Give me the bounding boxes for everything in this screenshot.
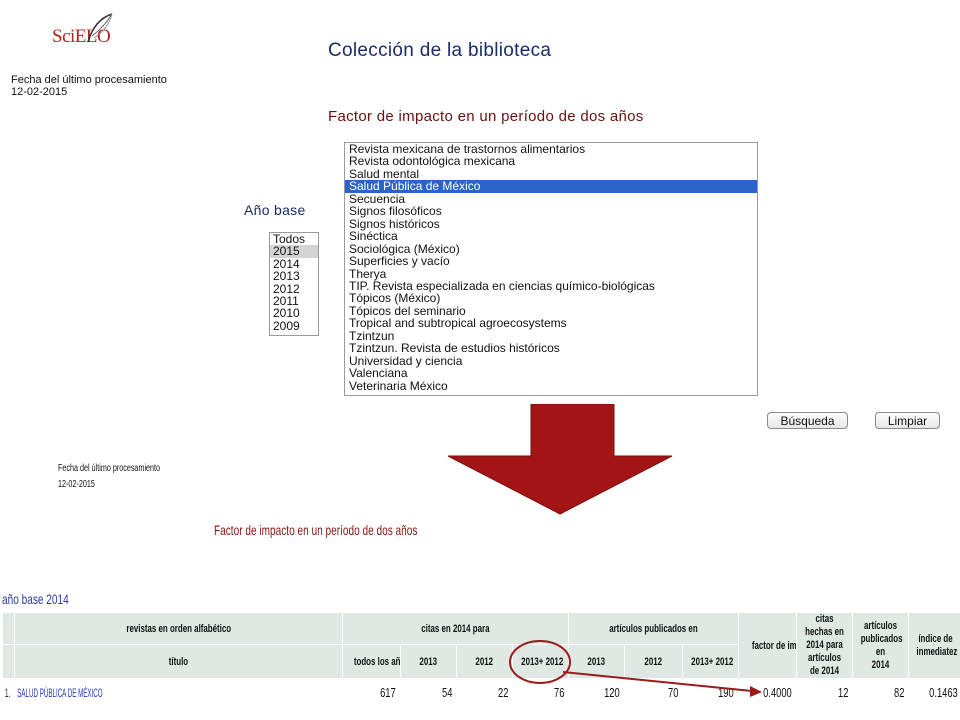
table-row: 1. SALUD PÚBLICA DE MÉXICO 617 54 22 76 … [2, 678, 960, 707]
journal-option[interactable]: Tzintzun. Revista de estudios históricos [345, 342, 757, 355]
cell-all-years: 617 [342, 678, 401, 707]
year-option[interactable]: 2009 [270, 319, 318, 332]
header-impact-factor: factor de impacto [738, 612, 798, 679]
header-cites-2012: 2012 [456, 644, 513, 679]
clear-button[interactable]: Limpiar [875, 412, 940, 429]
journal-option[interactable]: Salud Pública de México [345, 180, 757, 193]
header-citations: citas en 2014 para [341, 612, 570, 645]
journal-option[interactable]: Veterinaria México [345, 379, 757, 392]
row-journal-title[interactable]: 1. SALUD PÚBLICA DE MÉXICO [2, 678, 343, 707]
cell-cites-sum: 76 [511, 678, 570, 707]
journal-option[interactable]: Signos históricos [345, 217, 757, 230]
header-title: título [14, 644, 343, 679]
header-all-years: todos los años [342, 644, 401, 679]
quill-icon [87, 13, 113, 43]
journal-select-list[interactable]: Revista mexicana de trastornos alimentar… [344, 142, 758, 396]
year-option[interactable]: 2013 [270, 270, 318, 283]
header-journals: revistas en orden alfabético [14, 612, 343, 645]
cell-cites-2013: 54 [400, 678, 457, 707]
processing-date-label: Fecha del último procesamiento [11, 74, 167, 86]
cell-cites-2014: 12 [796, 678, 854, 707]
journal-option[interactable]: Superficies y vacío [345, 255, 757, 268]
header-immediacy: índice de inmediatez [908, 612, 960, 679]
page-title: Colección de la biblioteca [328, 40, 552, 61]
journal-link[interactable]: SALUD PÚBLICA DE MÉXICO [17, 686, 102, 700]
cell-articles-sum: 190 [682, 678, 740, 707]
header-cites-2013: 2013 [400, 644, 457, 679]
processing-date-value: 12-02-2015 [11, 86, 68, 98]
year-select-list[interactable]: Todos 2015 2014 2013 2012 2011 2010 2009 [269, 232, 319, 336]
header-articles-2012: 2012 [624, 644, 684, 679]
cell-immediacy: 0.1463 [908, 678, 960, 707]
result-date-value: 12-02-2015 [58, 479, 95, 490]
header-articles-2014: artículos publicados en 2014 [852, 612, 910, 679]
header-spacer-2 [2, 644, 15, 679]
header-spacer [2, 612, 15, 645]
search-button[interactable]: Búsqueda [767, 412, 848, 429]
page-subtitle: Factor de impacto en un período de dos a… [328, 108, 644, 125]
journal-option[interactable]: Sinéctica [345, 230, 757, 243]
impact-factor-table: revistas en orden alfabético citas en 20… [2, 612, 960, 707]
cell-articles-2014: 82 [852, 678, 910, 707]
base-year-label: Año base [244, 202, 306, 218]
header-articles-2013: 2013 [568, 644, 626, 679]
result-date-label: Fecha del último procesamiento [58, 463, 161, 474]
journal-option[interactable]: Signos filosóficos [345, 205, 757, 218]
year-option[interactable]: 2010 [270, 307, 318, 320]
cell-impact-factor: 0.4000 [738, 678, 798, 707]
result-subtitle: Factor de impacto en un período de dos a… [214, 522, 418, 538]
result-base-year: año base 2014 [2, 591, 69, 607]
scielo-logo: SciELO [52, 12, 132, 58]
cell-articles-2013: 120 [568, 678, 626, 707]
cell-articles-2012: 70 [624, 678, 684, 707]
header-cites-2014: citas hechas en 2014 para artículos de 201… [796, 612, 854, 679]
processing-date: Fecha del último procesamiento 12-02-201… [11, 74, 167, 98]
down-arrow-icon [447, 404, 673, 515]
cell-cites-2012: 22 [456, 678, 513, 707]
journal-option[interactable]: Tropical and subtropical agroecosystems [345, 317, 757, 330]
header-articles: artículos publicados en [568, 612, 740, 645]
header-articles-sum: 2013+ 2012 [682, 644, 740, 679]
year-option[interactable]: 2015 [270, 245, 318, 258]
journal-option[interactable]: Valenciana [345, 367, 757, 380]
header-cites-sum: 2013+ 2012 [511, 644, 570, 679]
result-processing-date: Fecha del último procesamiento 12-02-201… [58, 461, 160, 493]
